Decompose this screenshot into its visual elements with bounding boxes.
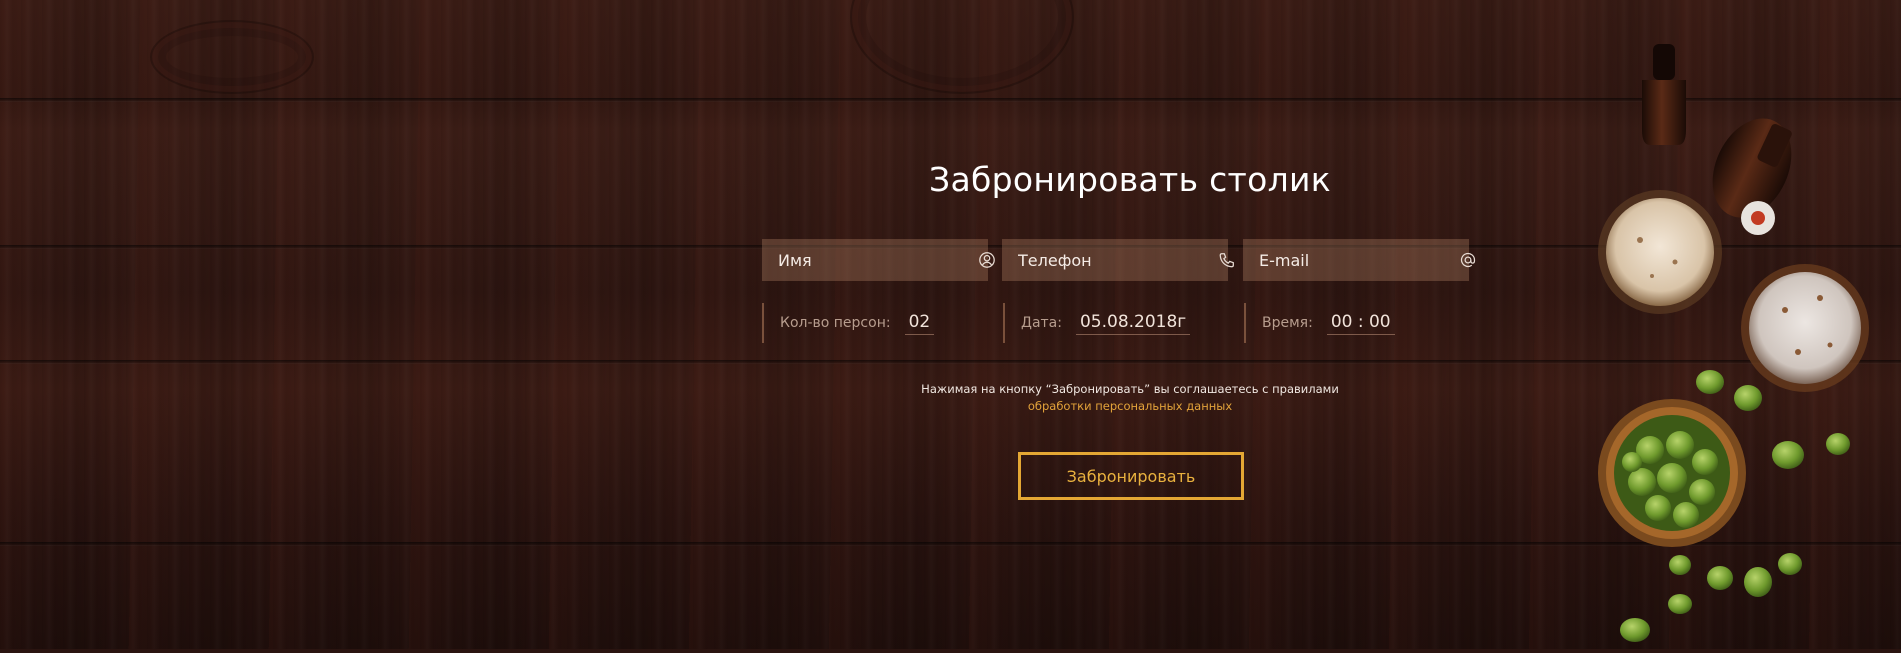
- phone-field[interactable]: [1002, 239, 1234, 281]
- time-value[interactable]: 00 : 00: [1326, 312, 1395, 335]
- consent-text: Нажимая на кнопку “Забронировать” вы сог…: [921, 382, 1339, 396]
- phone-icon: [1218, 250, 1236, 270]
- name-input[interactable]: [778, 250, 978, 270]
- wood-knot: [150, 20, 314, 94]
- time-selector[interactable]: Время: 00 : 00: [1244, 303, 1464, 343]
- hops-basket-icon: [1598, 399, 1746, 547]
- consent-notice: Нажимая на кнопку “Забронировать” вы сог…: [880, 381, 1380, 415]
- name-field[interactable]: [762, 239, 995, 281]
- persons-value[interactable]: 02: [904, 312, 935, 335]
- persons-label: Кол-во персон:: [780, 315, 891, 331]
- time-label: Время:: [1262, 315, 1313, 331]
- beer-glass-icon: [1598, 190, 1722, 314]
- at-icon: [1459, 250, 1477, 270]
- phone-input[interactable]: [1018, 250, 1218, 270]
- swing-bottle-icon: [1712, 118, 1792, 235]
- persons-selector[interactable]: Кол-во персон: 02: [762, 303, 982, 343]
- email-input[interactable]: [1259, 250, 1459, 270]
- date-selector[interactable]: Дата: 05.08.2018г: [1003, 303, 1223, 343]
- beer-decoration: [1580, 0, 1901, 649]
- date-value[interactable]: 05.08.2018г: [1075, 312, 1191, 335]
- page-title: Забронировать столик: [929, 160, 1331, 199]
- beer-illustration: [1598, 44, 1869, 642]
- user-icon: [978, 250, 996, 270]
- beer-glass-icon: [1741, 264, 1869, 392]
- privacy-policy-link[interactable]: обработки персональных данных: [1028, 398, 1232, 415]
- book-table-button[interactable]: Забронировать: [1018, 452, 1244, 500]
- bottle-icon: [1642, 44, 1686, 145]
- email-field[interactable]: [1243, 239, 1476, 281]
- date-label: Дата:: [1021, 315, 1062, 331]
